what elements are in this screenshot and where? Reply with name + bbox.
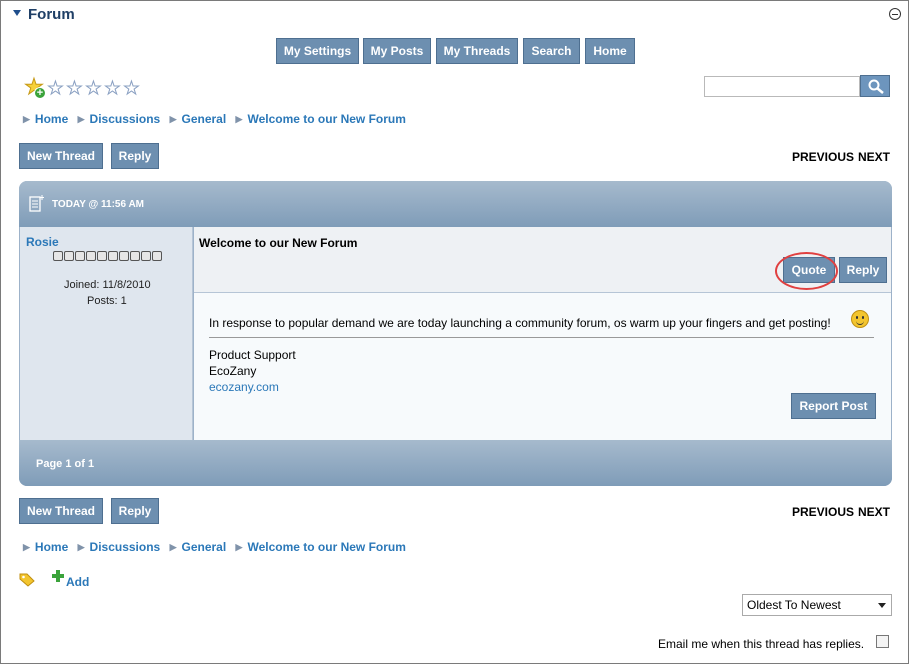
magnifier-icon xyxy=(868,79,884,94)
breadcrumb-arrow-icon: ▶ xyxy=(169,114,177,124)
new-thread-button[interactable]: New Thread xyxy=(19,498,103,524)
new-thread-button[interactable]: New Thread xyxy=(19,143,103,169)
breadcrumb-thread[interactable]: Welcome to our New Forum xyxy=(247,540,405,554)
breadcrumb-arrow-icon: ▶ xyxy=(77,542,85,552)
breadcrumb-general[interactable]: General xyxy=(182,540,227,554)
breadcrumb-arrow-icon: ▶ xyxy=(23,114,30,124)
forum-frame: Forum My Settings My Posts My Threads Se… xyxy=(0,0,909,664)
post-panel: TODAY @ 11:56 AM Rosie Joined: 11/8/2010… xyxy=(19,181,892,486)
breadcrumb-thread[interactable]: Welcome to our New Forum xyxy=(247,112,405,126)
author-column: Rosie Joined: 11/8/2010 Posts: 1 xyxy=(20,227,193,440)
reply-button[interactable]: Reply xyxy=(111,498,159,524)
nav-my-threads-button[interactable]: My Threads xyxy=(436,38,518,64)
signature-line: Product Support xyxy=(209,348,296,362)
previous-link[interactable]: PREVIOUS xyxy=(792,505,854,519)
star-icon[interactable]: ★ xyxy=(65,78,84,99)
signature-divider xyxy=(209,337,874,338)
breadcrumb: ▶ Home ▶ Discussions ▶ General ▶ Welcome to … xyxy=(23,540,406,554)
signature-line: EcoZany xyxy=(209,364,257,378)
author-rank-icon xyxy=(53,250,163,264)
document-icon xyxy=(29,195,44,212)
report-post-button[interactable]: Report Post xyxy=(791,393,876,419)
breadcrumb-arrow-icon: ▶ xyxy=(235,114,243,124)
breadcrumb-discussions[interactable]: Discussions xyxy=(90,112,161,126)
post-header: TODAY @ 11:56 AM xyxy=(19,181,892,227)
pager-label: Page 1 of 1 xyxy=(36,458,95,470)
post-footer xyxy=(19,440,892,486)
star-icon[interactable]: ★ xyxy=(84,78,103,99)
signature-link[interactable]: ecozany.com xyxy=(209,380,279,394)
email-notify-label: Email me when this thread has replies. xyxy=(658,637,865,651)
breadcrumb-arrow-icon: ▶ xyxy=(23,542,30,552)
chevron-down-icon xyxy=(878,603,886,608)
breadcrumb-arrow-icon: ▶ xyxy=(169,542,177,552)
minimize-icon[interactable] xyxy=(889,8,901,20)
reply-button[interactable]: Reply xyxy=(111,143,159,169)
thread-rating[interactable]: ★ + ★ ★ ★ ★ ★ xyxy=(22,75,141,99)
star-icon[interactable]: ★ xyxy=(103,78,122,99)
post-title: Welcome to our New Forum xyxy=(199,236,358,250)
add-rating-star-icon[interactable]: ★ + xyxy=(22,75,46,99)
post-body: In response to popular demand we are tod… xyxy=(194,293,891,440)
search-input[interactable] xyxy=(704,76,860,97)
smiley-icon xyxy=(851,310,869,328)
breadcrumb-arrow-icon: ▶ xyxy=(77,114,85,124)
next-link[interactable]: NEXT xyxy=(858,150,890,164)
star-icon[interactable]: ★ xyxy=(46,78,65,99)
post-reply-button[interactable]: Reply xyxy=(839,257,887,283)
add-plus-icon[interactable] xyxy=(51,569,65,583)
next-link[interactable]: NEXT xyxy=(858,505,890,519)
add-tag-link[interactable]: Add xyxy=(66,575,89,589)
highlight-circle xyxy=(775,252,838,290)
nav-my-posts-button[interactable]: My Posts xyxy=(363,38,431,64)
breadcrumb-general[interactable]: General xyxy=(182,112,227,126)
nav-search-button[interactable]: Search xyxy=(523,38,580,64)
nav-my-settings-button[interactable]: My Settings xyxy=(276,38,359,64)
breadcrumb-discussions[interactable]: Discussions xyxy=(90,540,161,554)
breadcrumb-home[interactable]: Home xyxy=(35,112,68,126)
sort-order-select[interactable]: Oldest To Newest xyxy=(742,594,892,616)
breadcrumb-home[interactable]: Home xyxy=(35,540,68,554)
page-title: Forum xyxy=(28,6,75,23)
search-button[interactable] xyxy=(860,75,890,97)
post-date: TODAY @ 11:56 AM xyxy=(52,199,145,210)
tag-icon xyxy=(19,573,35,587)
author-joined: Joined: 11/8/2010 xyxy=(64,279,151,291)
collapse-triangle-icon[interactable] xyxy=(13,10,21,16)
previous-link[interactable]: PREVIOUS xyxy=(792,150,854,164)
breadcrumb-arrow-icon: ▶ xyxy=(235,542,243,552)
star-icon[interactable]: ★ xyxy=(122,78,141,99)
author-posts: Posts: 1 xyxy=(87,295,127,307)
author-name[interactable]: Rosie xyxy=(26,235,59,249)
sort-order-value: Oldest To Newest xyxy=(747,598,841,612)
nav-home-button[interactable]: Home xyxy=(585,38,635,64)
breadcrumb: ▶ Home ▶ Discussions ▶ General ▶ Welcome to … xyxy=(23,112,406,126)
email-notify-checkbox[interactable] xyxy=(876,635,889,648)
post-message: In response to popular demand we are tod… xyxy=(209,316,831,330)
